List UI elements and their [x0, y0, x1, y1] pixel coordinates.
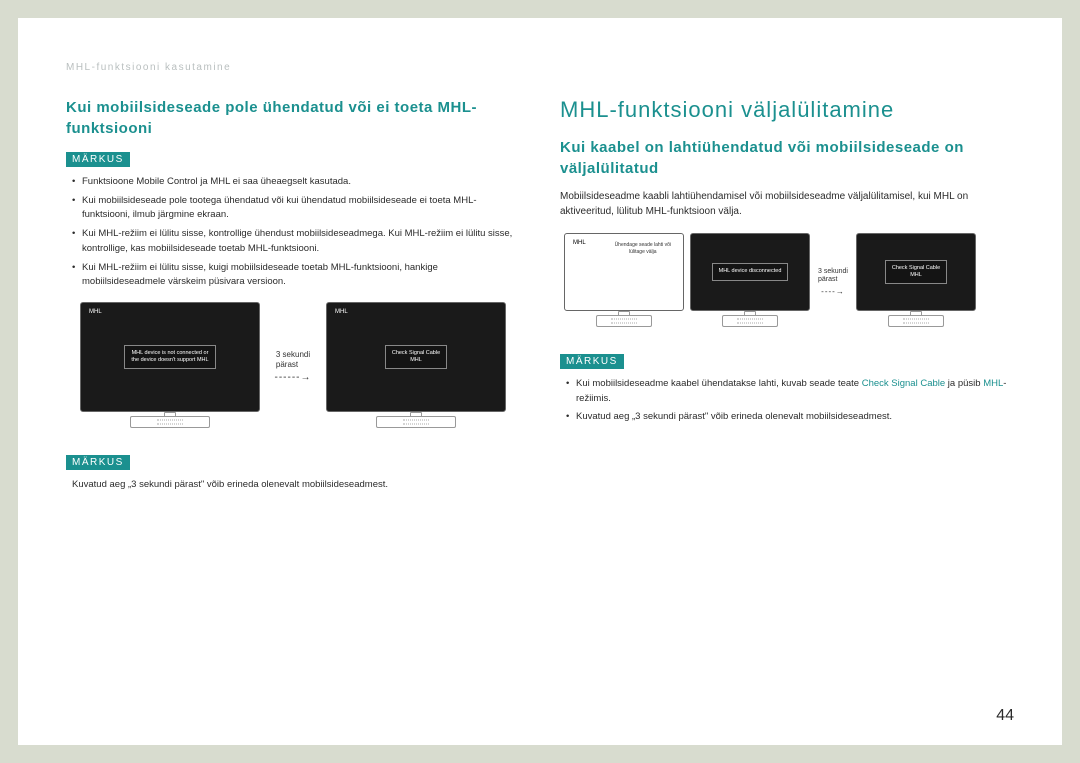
- monitor-screen: MHL device disconnected: [690, 233, 810, 311]
- note-item: Funktsioone Mobile Control ja MHL ei saa…: [72, 175, 520, 190]
- mhl-tag: MHL: [89, 309, 102, 315]
- page-number: 44: [996, 707, 1014, 725]
- manual-page: MHL-funktsiooni kasutamine Kui mobiilsid…: [18, 18, 1062, 745]
- right-notes-list: Kui mobiilsideseadme kaabel ühendatakse …: [560, 377, 1014, 425]
- two-column-layout: Kui mobiilsideseade pole ühendatud või e…: [66, 97, 1014, 493]
- arrow-icon: ----→: [821, 287, 845, 297]
- screen-message: MHL device disconnected: [712, 263, 789, 280]
- monitor-unit: MHL MHL device is not connected or the d…: [80, 302, 260, 432]
- mhl-tag: MHL: [335, 309, 348, 315]
- monitor-stand: [376, 412, 456, 432]
- screen-message: Check Signal Cable MHL: [385, 345, 447, 369]
- monitor-screen: MHL Ühendage seade lahti või lülitage vä…: [564, 233, 684, 311]
- arrow-text: 3 sekundi pärast: [818, 268, 848, 285]
- monitor-screen: Check Signal Cable MHL: [856, 233, 976, 311]
- monitor-screen: MHL MHL device is not connected or the d…: [80, 302, 260, 412]
- screen-message: Ühendage seade lahti või lülitage välja: [609, 240, 677, 259]
- right-subtitle: Kui kaabel on lahtiühendatud või mobiils…: [560, 137, 1014, 179]
- monitor-stand: [888, 311, 944, 331]
- page-header: MHL-funktsiooni kasutamine: [66, 62, 1014, 73]
- note-text: ja püsib: [945, 378, 983, 389]
- right-main-title: MHL-funktsiooni väljalülitamine: [560, 97, 1014, 123]
- note-item: Kui MHL-režiim ei lülitu sisse, kuigi mo…: [72, 261, 520, 290]
- arrow-label: 3 sekundi pärast ----→: [816, 268, 850, 296]
- arrow-icon: ------→: [275, 372, 312, 384]
- note-text: Kui mobiilsideseadme kaabel ühendatakse …: [576, 378, 862, 389]
- note-item: Kui mobiilsideseadme kaabel ühendatakse …: [566, 377, 1014, 406]
- monitor-stand: [722, 311, 778, 331]
- screen-message: MHL device is not connected or the devic…: [124, 345, 215, 369]
- arrow-label: 3 sekundi pärast ------→: [270, 350, 316, 383]
- monitor-stand: [596, 311, 652, 331]
- right-body-text: Mobiilsideseadme kaabli lahtiühendamisel…: [560, 189, 1014, 219]
- left-column: Kui mobiilsideseade pole ühendatud või e…: [66, 97, 520, 493]
- note-badge: MÄRKUS: [66, 455, 130, 470]
- right-monitor-diagram: MHL Ühendage seade lahti või lülitage vä…: [564, 233, 1014, 331]
- monitor-stand: [130, 412, 210, 432]
- note-item: Kui mobiilsideseade pole tootega ühendat…: [72, 194, 520, 223]
- left-section-title: Kui mobiilsideseade pole ühendatud või e…: [66, 97, 520, 139]
- note-badge: MÄRKUS: [560, 354, 624, 369]
- monitor-unit: Check Signal Cable MHL: [856, 233, 976, 331]
- left-monitor-diagram: MHL MHL device is not connected or the d…: [80, 302, 520, 432]
- monitor-unit: MHL Ühendage seade lahti või lülitage vä…: [564, 233, 684, 331]
- left-trailing-note: Kuvatud aeg „3 sekundi pärast" võib erin…: [66, 478, 520, 493]
- note-badge: MÄRKUS: [66, 152, 130, 167]
- monitor-unit: MHL Check Signal Cable MHL: [326, 302, 506, 432]
- note-item: Kuvatud aeg „3 sekundi pärast" võib erin…: [566, 410, 1014, 425]
- monitor-unit: MHL device disconnected: [690, 233, 810, 331]
- screen-message: Check Signal Cable MHL: [885, 260, 947, 284]
- accent-text: Check Signal Cable: [862, 378, 945, 389]
- right-column: MHL-funktsiooni väljalülitamine Kui kaab…: [560, 97, 1014, 493]
- mhl-tag: MHL: [573, 240, 586, 246]
- note-item: Kui MHL-režiim ei lülitu sisse, kontroll…: [72, 227, 520, 256]
- arrow-text: 3 sekundi pärast: [276, 350, 310, 369]
- left-notes-list: Funktsioone Mobile Control ja MHL ei saa…: [66, 175, 520, 290]
- accent-text: MHL: [983, 378, 1003, 389]
- monitor-screen: MHL Check Signal Cable MHL: [326, 302, 506, 412]
